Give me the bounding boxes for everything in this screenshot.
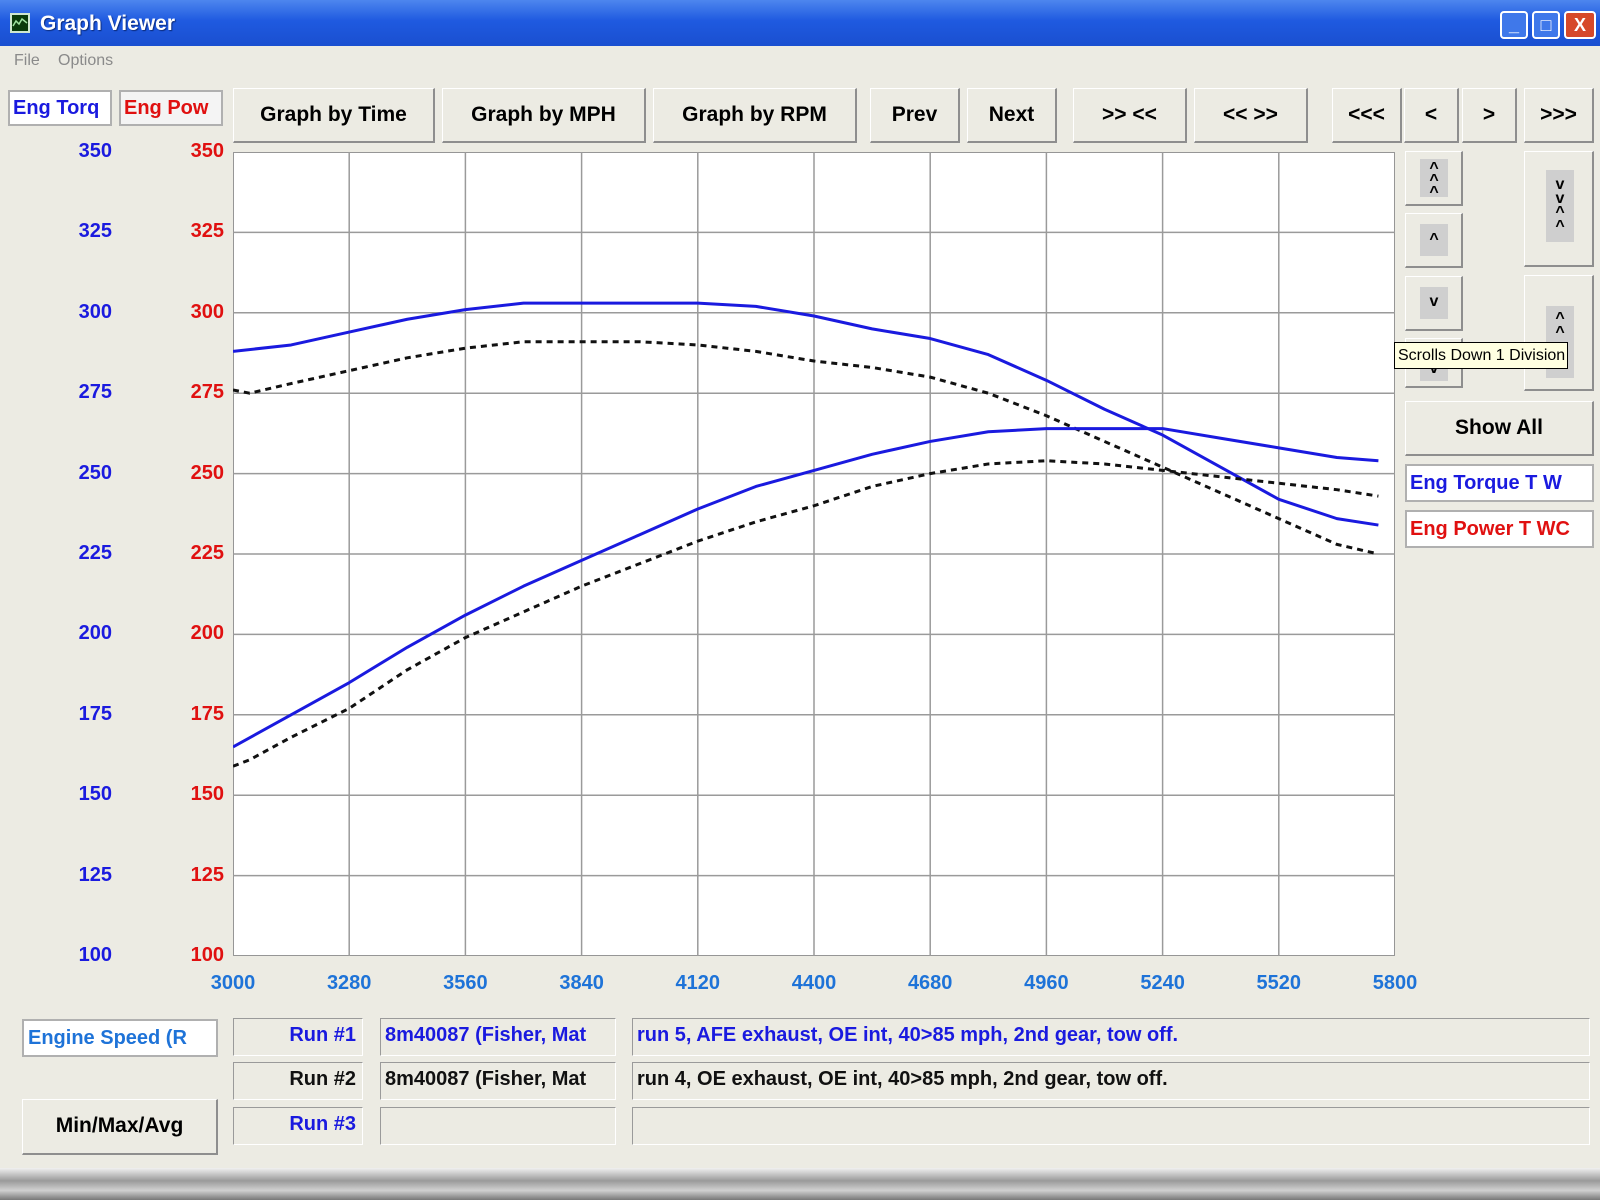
run-3-description[interactable] [632,1107,1590,1145]
y-tick-power-7: 275 [190,381,224,404]
y-tick-torque-5: 225 [78,542,112,564]
run-2-description[interactable]: run 4, OE exhaust, OE int, 40>85 mph, 2n… [632,1062,1590,1100]
scroll-top-button[interactable]: v v ^ ^ [1524,151,1594,267]
run-1-label: Run #1 [233,1018,363,1056]
scroll-down-button[interactable]: v [1405,276,1463,331]
y-tick-power-0: 100 [190,944,224,966]
y-tick-torque-7: 275 [78,381,112,404]
desktop-strip [0,1168,1600,1200]
y-tick-power-4: 200 [190,622,224,645]
x-tick-4: 4120 [675,972,721,994]
y-tick-torque-9: 325 [78,220,112,243]
menu-bar: File Options [0,48,1600,76]
x-tick-9: 5520 [1256,972,1302,994]
x-tick-1: 3280 [326,972,372,994]
next-button[interactable]: Next [967,88,1057,143]
legend-tab-torque[interactable]: Eng Torq [8,90,112,126]
zoom-in-button[interactable]: >> << [1073,88,1187,143]
x-tick-0: 3000 [210,972,256,994]
scroll-up-far-button[interactable]: ^ ^ ^ [1405,151,1463,206]
run-1-file[interactable]: 8m40087 (Fisher, Mat [380,1018,616,1056]
run-1-description[interactable]: run 5, AFE exhaust, OE int, 40>85 mph, 2… [632,1018,1590,1056]
double-chevron-up-icon: ^ ^ ^ [1420,159,1448,201]
legend-torque[interactable]: Eng Torque T W [1405,464,1594,502]
graph-app-icon [10,13,30,33]
scroll-bottom-button[interactable]: ^ ^ [1524,275,1594,391]
chevron-up-icon: ^ [1420,224,1448,256]
min-max-avg-button[interactable]: Min/Max/Avg [22,1099,218,1155]
maximize-icon: □ [1540,15,1552,35]
scroll-right-button[interactable]: > [1462,88,1517,143]
double-chevron-down-icon: v v ^ ^ [1546,170,1574,242]
y-tick-torque-1: 125 [78,863,112,886]
tooltip: Scrolls Down 1 Division [1394,342,1568,369]
y-tick-power-1: 125 [190,863,224,886]
x-tick-6: 4680 [907,972,953,994]
close-button[interactable]: X [1564,11,1596,39]
close-icon: X [1573,15,1586,35]
minimize-button[interactable]: _ [1500,11,1528,39]
graph-by-rpm-button[interactable]: Graph by RPM [653,88,857,143]
scroll-up-button[interactable]: ^ [1405,213,1463,268]
run-2-file[interactable]: 8m40087 (Fisher, Mat [380,1062,616,1100]
x-tick-3: 3840 [559,972,604,994]
legend-tab-power[interactable]: Eng Pow [119,90,223,126]
y-tick-power-8: 300 [190,300,224,323]
graph-by-mph-button[interactable]: Graph by MPH [442,88,646,143]
y-tick-power-3: 175 [190,702,224,725]
y-tick-torque-3: 175 [78,702,112,725]
minimize-icon: _ [1508,15,1519,35]
menu-file[interactable]: File [14,52,40,70]
y-tick-power-2: 150 [190,783,224,806]
x-tick-2: 3560 [443,972,488,994]
graph-by-time-button[interactable]: Graph by Time [233,88,435,143]
y-tick-torque-4: 200 [78,622,112,645]
prev-button[interactable]: Prev [870,88,960,143]
x-tick-7: 4960 [1024,972,1069,994]
plot-area[interactable] [233,152,1395,956]
x-tick-10: 5800 [1372,972,1418,994]
graph-viewer-window: Graph Viewer _ □ X File Options Eng Torq… [0,0,1600,1168]
zoom-out-button[interactable]: << >> [1194,88,1308,143]
y-tick-power-10: 350 [190,140,224,162]
y-tick-torque-2: 150 [78,783,112,806]
y-tick-power-9: 325 [190,220,224,243]
run-2-label: Run #2 [233,1062,363,1100]
window-title: Graph Viewer [40,12,176,35]
legend-power[interactable]: Eng Power T WC [1405,510,1594,548]
title-bar[interactable]: Graph Viewer _ □ X [0,0,1600,46]
scroll-far-left-button[interactable]: <<< [1332,88,1402,143]
y-tick-torque-0: 100 [78,944,112,966]
show-all-button[interactable]: Show All [1405,401,1594,456]
x-tick-8: 5240 [1140,972,1185,994]
run-3-label: Run #3 [233,1107,363,1145]
x-axis-selector[interactable]: Engine Speed (R [22,1019,218,1057]
y-tick-torque-6: 250 [78,461,112,484]
scroll-far-right-button[interactable]: >>> [1524,88,1594,143]
run-3-file[interactable] [380,1107,616,1145]
chevron-down-icon: v [1420,287,1448,319]
y-tick-power-5: 225 [190,542,224,564]
y-tick-power-6: 250 [190,461,224,484]
y-tick-torque-10: 350 [78,140,112,162]
menu-options[interactable]: Options [58,52,113,70]
maximize-button[interactable]: □ [1532,11,1560,39]
x-tick-5: 4400 [791,972,837,994]
y-tick-torque-8: 300 [78,300,112,323]
scroll-left-button[interactable]: < [1404,88,1459,143]
